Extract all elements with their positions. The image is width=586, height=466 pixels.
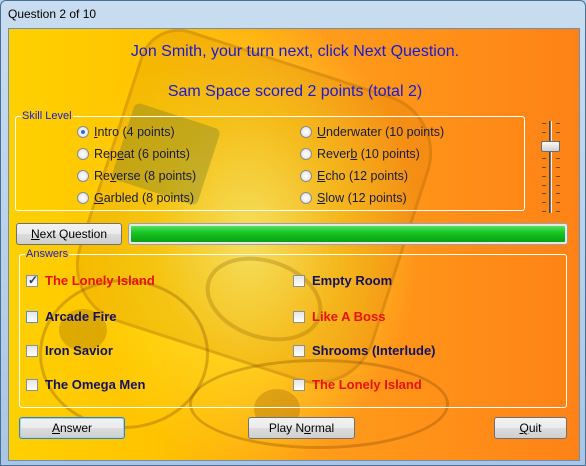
answer-option[interactable]: Empty Room — [293, 273, 392, 288]
skill-option-label: Slow (12 points) — [317, 191, 407, 205]
answer-label: Arcade Fire — [45, 309, 117, 324]
title-bar[interactable]: Question 2 of 10 — [1, 1, 585, 27]
radio-button[interactable] — [77, 192, 89, 204]
answer-option[interactable]: Like A Boss — [293, 309, 385, 324]
radio-button[interactable] — [300, 148, 312, 160]
slider-tick — [542, 123, 546, 124]
time-progress-bar — [128, 223, 568, 245]
skill-option[interactable]: Underwater (10 points) — [300, 125, 444, 139]
radio-button[interactable] — [77, 126, 89, 138]
slider-tick — [542, 193, 546, 195]
window-title: Question 2 of 10 — [8, 7, 97, 21]
checkbox[interactable] — [293, 378, 305, 391]
skill-option[interactable]: Repeat (6 points) — [77, 147, 190, 161]
slider-tick — [542, 167, 546, 168]
skill-option[interactable]: Garbled (8 points) — [77, 191, 194, 205]
skill-option-label: Echo (12 points) — [317, 169, 409, 183]
skill-option-label: Reverb (10 points) — [317, 147, 420, 161]
skill-slider-thumb[interactable] — [541, 141, 560, 152]
slider-tick — [542, 202, 546, 204]
play-normal-label-rest: rmal — [310, 421, 335, 435]
score-message: Sam Space scored 2 points (total 2) — [167, 83, 423, 100]
slider-tick — [542, 131, 546, 133]
quit-access-key: Q — [519, 421, 529, 435]
answer-option[interactable]: Shrooms (Interlude) — [293, 343, 436, 358]
answer-option[interactable]: Iron Savior — [26, 343, 113, 358]
checkbox[interactable] — [26, 310, 38, 323]
turn-message: Jon Smith, your turn next, click Next Qu… — [130, 43, 460, 60]
answer-label: The Omega Men — [45, 377, 146, 392]
checkbox[interactable] — [26, 344, 38, 357]
radio-button[interactable] — [77, 170, 89, 182]
slider-tick — [556, 202, 560, 204]
answer-label: Shrooms (Interlude) — [312, 343, 436, 358]
answer-label: Like A Boss — [312, 309, 386, 324]
slider-tick — [556, 175, 560, 177]
skill-option[interactable]: Intro (4 points) — [77, 125, 175, 139]
answer-label: The Lonely Island — [45, 273, 155, 288]
slider-tick — [556, 211, 560, 212]
skill-option-label: Underwater (10 points) — [317, 125, 445, 139]
answer-option[interactable]: The Lonely Island — [26, 273, 155, 288]
checkbox[interactable] — [293, 344, 305, 357]
answer-label: Empty Room — [312, 273, 393, 288]
skill-level-legend: Skill Level — [22, 110, 72, 122]
answer-label-rest: nswer — [60, 421, 93, 435]
answer-access-key: A — [51, 421, 60, 435]
radio-button[interactable] — [77, 148, 89, 160]
answer-option[interactable]: The Omega Men — [26, 377, 145, 392]
answer-option[interactable]: The Lonely Island — [293, 377, 422, 392]
quiz-window: Question 2 of 10 Jon Smith, your turn ne… — [0, 0, 586, 466]
skill-option[interactable]: Slow (12 points) — [300, 191, 407, 205]
radio-button[interactable] — [300, 126, 312, 138]
skill-option-label: Garbled (8 points) — [94, 191, 195, 205]
skill-option[interactable]: Reverb (10 points) — [300, 147, 420, 161]
slider-tick — [556, 123, 560, 124]
next-question-access-key: N — [30, 227, 40, 241]
skill-option[interactable]: Reverse (8 points) — [77, 169, 196, 183]
checkbox[interactable] — [26, 378, 38, 391]
slider-tick — [542, 158, 546, 160]
play-normal-access-key: o — [304, 421, 311, 435]
skill-option[interactable]: Echo (12 points) — [300, 169, 408, 183]
slider-tick — [556, 131, 560, 133]
skill-slider-track[interactable] — [549, 121, 552, 213]
play-normal-label: Play N — [268, 421, 305, 435]
slider-tick — [542, 175, 546, 177]
slider-tick — [556, 184, 560, 186]
answer-label: Iron Savior — [45, 343, 113, 358]
answer-option[interactable]: Arcade Fire — [26, 309, 117, 324]
quit-label-rest: uit — [528, 421, 542, 435]
skill-option-label: Reverse (8 points) — [94, 169, 197, 183]
slider-tick — [542, 211, 546, 212]
next-question-label-rest: ext Question — [39, 227, 108, 241]
slider-tick — [556, 167, 560, 168]
checkbox[interactable] — [26, 273, 38, 287]
slider-tick — [542, 184, 546, 186]
quit-button[interactable]: Quit — [494, 417, 567, 439]
answer-button[interactable]: Answer — [19, 417, 125, 439]
skill-option-label: Repeat (6 points) — [94, 147, 190, 161]
next-question-button[interactable]: Next Question — [16, 223, 122, 245]
radio-button[interactable] — [300, 192, 312, 204]
radio-button[interactable] — [300, 170, 312, 182]
answers-legend: Answers — [26, 248, 69, 260]
slider-tick — [556, 193, 560, 195]
slider-tick — [556, 158, 560, 160]
checkbox[interactable] — [293, 310, 305, 323]
skill-option-label: Intro (4 points) — [94, 125, 175, 139]
progress-fill — [131, 226, 565, 242]
play-normal-button[interactable]: Play No rmal — [248, 417, 355, 439]
answer-label: The Lonely Island — [312, 377, 422, 392]
checkbox[interactable] — [293, 274, 305, 287]
quiz-panel: Jon Smith, your turn next, click Next Qu… — [8, 28, 580, 461]
